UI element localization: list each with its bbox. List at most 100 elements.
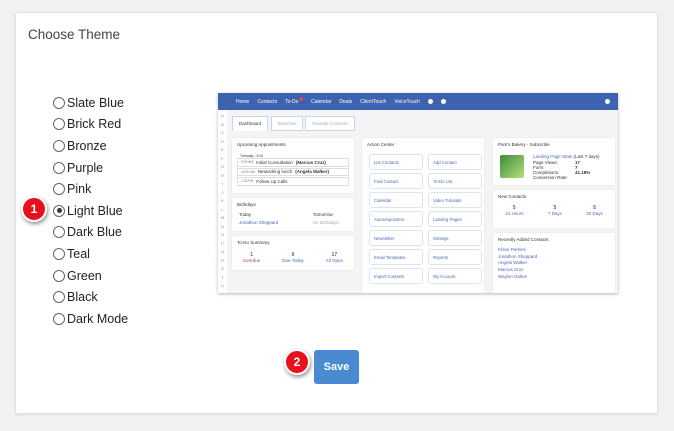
theme-option-black[interactable]: Black (53, 286, 128, 308)
action-button-newsletter: Newsletter (369, 230, 423, 246)
alpha-letter: O (220, 232, 225, 237)
stat-item: 1 Overdue (243, 252, 260, 263)
theme-preview: Home Contacts To-Do 1 Calendar Deals ClientTou… (218, 93, 618, 293)
alpha-letter: R (221, 257, 224, 263)
appointment-who: (Marcus Cruz) (295, 159, 326, 165)
alpha-letter: T (221, 274, 224, 280)
preview-landing-stats: Pam's Bakery - Subscribe Landing Page St… (493, 138, 615, 185)
appointment-text: Follow Up Calls (256, 178, 288, 184)
clock-icon (427, 99, 433, 104)
alpha-letter: P (221, 240, 224, 246)
page-title: Choose Theme (28, 27, 121, 42)
stat-item: 57 Days (548, 205, 562, 216)
radio-button[interactable] (53, 247, 65, 260)
radio-button[interactable] (53, 139, 65, 152)
theme-option-label: Purple (67, 160, 104, 175)
action-button-list-contacts: List Contacts (369, 154, 423, 170)
save-button[interactable]: Save (314, 350, 359, 384)
recent-contact: Jonathon Sheppard (498, 253, 538, 259)
theme-option-label: Light Blue (67, 203, 123, 218)
recent-contact: Angela Walker (498, 260, 528, 266)
theme-option-label: Black (67, 290, 98, 305)
radio-button[interactable] (53, 291, 65, 304)
todo-title: To-Do Summary (237, 240, 270, 245)
alpha-letter: M (220, 215, 225, 220)
preview-action-center: Action Center List Contacts Add Contact Fi… (362, 138, 484, 293)
radio-button[interactable] (53, 161, 65, 174)
theme-option-green[interactable]: Green (53, 265, 128, 287)
stat-label: All Open (325, 258, 343, 263)
radio-button[interactable] (53, 204, 65, 217)
preview-nav-bar: Home Contacts To-Do 1 Calendar Deals ClientTou… (218, 93, 618, 110)
new-contacts-title: New Contacts (498, 194, 527, 199)
theme-option-label: Brick Red (67, 117, 122, 132)
preview-nav-item: Contacts (257, 98, 278, 105)
alpha-letter: L (221, 206, 224, 212)
appointment-who: (Angela Walker) (295, 169, 330, 175)
alpha-letter: F (221, 155, 224, 161)
radio-button[interactable] (53, 118, 65, 131)
stat-item: 17 All Open (326, 252, 343, 263)
action-button-add-contact: Add Contact (428, 154, 482, 170)
theme-option-label: Bronze (67, 138, 107, 153)
radio-button[interactable] (53, 269, 65, 282)
alpha-letter: J (221, 189, 224, 195)
action-button-my-account: My Account (428, 268, 482, 284)
alpha-letter: K (221, 198, 224, 203)
preview-alpha-index: ABCDEFGHIJKLMNOPQRSTU (218, 110, 227, 293)
theme-option-dark-mode[interactable]: Dark Mode (53, 308, 128, 330)
step-badge-1: 1 (21, 196, 47, 222)
stat-label: Due Today (282, 258, 304, 263)
action-button-video-tutorials: Video Tutorials (428, 192, 482, 208)
action-button-reports: Reports (428, 249, 482, 265)
alpha-letter: G (220, 164, 225, 169)
gear-icon (440, 99, 446, 104)
preview-recent-contacts: Recently Added Contacts Khloe Perkins Jon… (493, 233, 615, 293)
alpha-letter: N (221, 223, 224, 229)
recent-title: Recently Added Contacts (498, 237, 549, 242)
birthdays-today: Today (239, 212, 252, 217)
recent-contact: Waylon Dalton (498, 273, 528, 279)
theme-radio-group: Slate Blue Brick Red Bronze Purple Pink Light… (53, 92, 128, 330)
theme-option-teal[interactable]: Teal (53, 243, 128, 265)
appointment-time: 11:00 AM (241, 169, 255, 174)
birthdays-tomorrow-text: No Birthdays (313, 220, 339, 225)
radio-button[interactable] (53, 96, 65, 109)
theme-option-pink[interactable]: Pink (53, 178, 128, 200)
preview-nav-item: ClientTouch (360, 98, 387, 105)
preview-nav-item: Home (236, 98, 250, 105)
preview-birthdays: Birthdays Today Tomorrow Jonathon Sheppa… (232, 198, 354, 231)
radio-button[interactable] (53, 226, 65, 239)
stat-label: 30 Days (586, 211, 603, 216)
appointment-time: 9:00 AM (241, 160, 254, 165)
action-button-calendar: Calendar (369, 192, 423, 208)
preview-nav-item: Calendar (311, 98, 332, 105)
theme-option-dark-blue[interactable]: Dark Blue (53, 222, 128, 244)
theme-option-slate-blue[interactable]: Slate Blue (53, 92, 128, 114)
preview-nav-item: Deals (339, 98, 353, 105)
alpha-letter: D (221, 138, 224, 144)
preview-nav-item: To-Do (285, 98, 299, 105)
theme-option-label: Dark Blue (67, 225, 122, 240)
preview-tab-searches: Searches (271, 116, 303, 131)
stat-item: 5 24 Hours (505, 205, 523, 216)
theme-option-brick-red[interactable]: Brick Red (53, 114, 128, 136)
radio-button[interactable] (53, 183, 65, 196)
theme-option-label: Green (67, 268, 102, 283)
stat-label: 24 Hours (505, 211, 524, 216)
birthdays-title: Birthdays (237, 202, 256, 207)
appointment-row: 11:00 AM Networking lunch (Angela Walker) (237, 167, 349, 176)
theme-option-label: Slate Blue (67, 95, 124, 110)
alpha-letter: S (221, 266, 224, 271)
theme-option-purple[interactable]: Purple (53, 157, 128, 179)
appointment-text: Networking lunch (257, 169, 293, 175)
theme-option-bronze[interactable]: Bronze (53, 135, 128, 157)
radio-button[interactable] (53, 312, 65, 325)
stat-label: Overdue (243, 258, 261, 263)
landing-value: 41.18% (575, 170, 591, 175)
theme-option-light-blue[interactable]: Light Blue (53, 200, 128, 222)
preview-appointments: Upcoming Appointments Tuesday - 4/10 9:0… (232, 138, 354, 193)
landing-title: Pam's Bakery - Subscribe (498, 142, 550, 147)
preview-new-contacts: New Contacts 5 24 Hours 5 7 Days 5 30 Days (493, 190, 615, 228)
alpha-letter: H (221, 172, 224, 178)
